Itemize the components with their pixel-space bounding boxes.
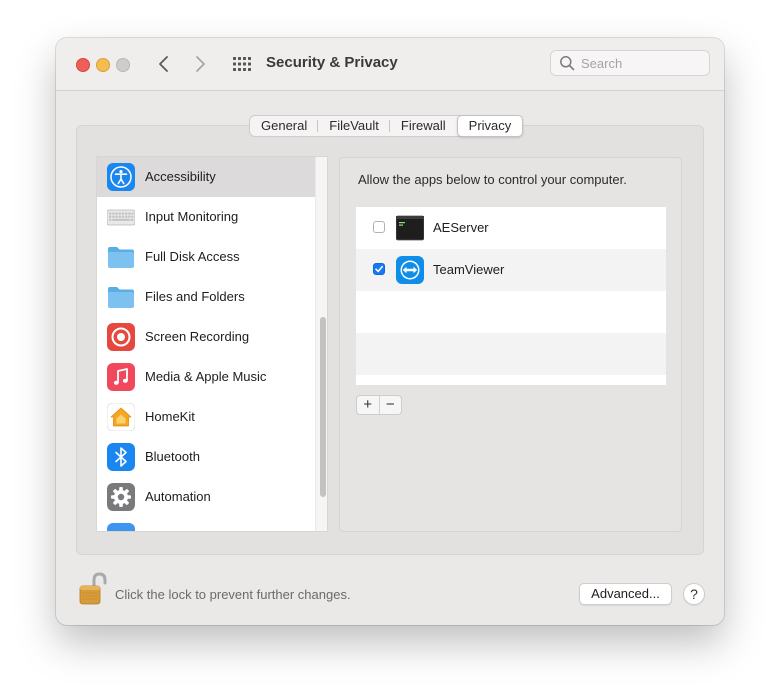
lock-button[interactable] (76, 571, 110, 607)
sidebar-item-full-disk-access[interactable]: Full Disk Access (97, 237, 315, 277)
tab-firewall[interactable]: Firewall (390, 116, 457, 136)
lock-status-text: Click the lock to prevent further change… (115, 587, 351, 602)
sidebar-item-label: Media & Apple Music (145, 369, 267, 384)
minimize-window-button[interactable] (96, 58, 110, 72)
chevron-left-icon (159, 56, 168, 72)
list-item[interactable]: TeamViewer (356, 249, 666, 291)
zoom-window-button[interactable] (116, 58, 130, 72)
sidebar-item-label: Full Disk Access (145, 249, 240, 264)
search-field[interactable] (550, 50, 710, 76)
preferences-window: Security & Privacy General FileVault Fir… (56, 38, 724, 625)
list-item[interactable]: AEServer (356, 207, 666, 249)
gear-icon (107, 483, 135, 511)
music-icon (107, 363, 135, 391)
sidebar-item-label: Input Monitoring (145, 209, 239, 224)
app-icon (107, 523, 135, 531)
scrollbar-thumb[interactable] (320, 317, 326, 497)
sidebar-item-label: Screen Recording (145, 329, 250, 344)
accessibility-icon (107, 163, 135, 191)
remove-app-button[interactable]: − (380, 396, 402, 414)
sidebar-item-label: Bluetooth (145, 449, 200, 464)
sidebar-item-label: HomeKit (145, 409, 195, 424)
app-name: AEServer (433, 220, 489, 235)
home-icon (107, 403, 135, 431)
sidebar-item-input-monitoring[interactable]: Input Monitoring (97, 197, 315, 237)
bluetooth-icon (107, 443, 135, 471)
unlocked-padlock-icon (79, 572, 107, 605)
sidebar-item-bluetooth[interactable]: Bluetooth (97, 437, 315, 477)
sidebar-item-label: Accessibility (145, 169, 216, 184)
keyboard-icon (107, 209, 135, 226)
search-input[interactable] (581, 55, 701, 71)
title-bar: Security & Privacy (56, 38, 724, 91)
screen-recording-icon (107, 323, 135, 351)
help-button[interactable]: ? (683, 583, 705, 605)
sidebar-item-homekit[interactable]: HomeKit (97, 397, 315, 437)
show-all-button[interactable] (231, 55, 253, 73)
sidebar-item-accessibility[interactable]: Accessibility (97, 157, 315, 197)
chevron-right-icon (196, 56, 205, 72)
terminal-icon (396, 215, 424, 241)
empty-row (356, 333, 666, 375)
add-app-button[interactable]: + (357, 396, 380, 414)
tab-filevault[interactable]: FileVault (318, 116, 390, 136)
empty-row (356, 291, 666, 333)
sidebar-item-label: Files and Folders (145, 289, 245, 304)
app-name: TeamViewer (433, 262, 505, 277)
panel-description: Allow the apps below to control your com… (358, 172, 627, 187)
checkmark-icon (375, 265, 383, 273)
sidebar-item-screen-recording[interactable]: Screen Recording (97, 317, 315, 357)
back-button[interactable] (152, 52, 176, 76)
sidebar-item-partial[interactable] (97, 517, 315, 531)
sidebar-scrollbar[interactable] (315, 157, 327, 531)
sidebar-item-automation[interactable]: Automation (97, 477, 315, 517)
sidebar-item-label: Automation (145, 489, 211, 504)
tab-bar: General FileVault Firewall Privacy (249, 115, 524, 137)
aeserver-checkbox[interactable] (373, 221, 385, 233)
teamviewer-icon (396, 256, 424, 284)
close-window-button[interactable] (76, 58, 90, 72)
sidebar-item-files-and-folders[interactable]: Files and Folders (97, 277, 315, 317)
add-remove-control: + − (356, 395, 402, 415)
teamviewer-checkbox[interactable] (373, 263, 385, 275)
folder-icon (108, 287, 134, 308)
folder-icon (108, 247, 134, 268)
tab-privacy[interactable]: Privacy (456, 115, 524, 137)
tab-general[interactable]: General (250, 116, 319, 136)
forward-button[interactable] (188, 52, 212, 76)
sidebar-item-media-apple-music[interactable]: Media & Apple Music (97, 357, 315, 397)
advanced-button[interactable]: Advanced... (579, 583, 672, 605)
search-icon (560, 56, 575, 71)
app-list[interactable]: AEServer TeamViewer (356, 207, 666, 385)
app-permission-panel: Allow the apps below to control your com… (339, 157, 682, 532)
window-title: Security & Privacy (266, 54, 398, 71)
grid-icon (233, 57, 251, 71)
privacy-category-list[interactable]: Accessibility Input Monitoring Full Disk… (96, 156, 328, 532)
